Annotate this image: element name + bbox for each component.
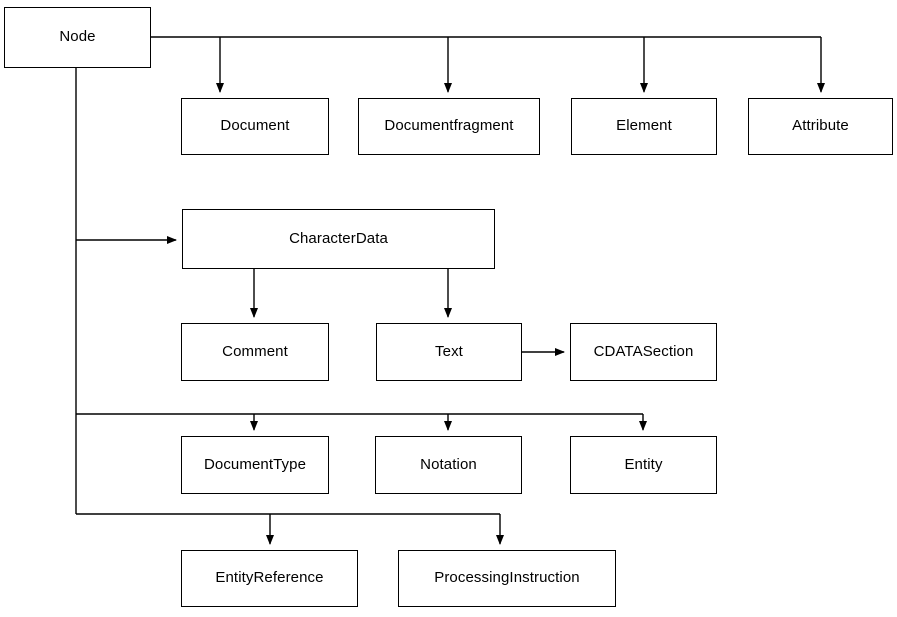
node-box-documentfragment[interactable]: Documentfragment	[358, 98, 540, 155]
node-box-documenttype[interactable]: DocumentType	[181, 436, 329, 494]
node-box-notation[interactable]: Notation	[375, 436, 522, 494]
node-label-documentfragment: Documentfragment	[384, 117, 514, 135]
node-label-element: Element	[616, 117, 672, 135]
node-label-text: Text	[435, 342, 463, 360]
node-box-entityreference[interactable]: EntityReference	[181, 550, 358, 607]
node-label-notation: Notation	[420, 455, 477, 473]
node-label-entityreference: EntityReference	[215, 569, 324, 587]
node-box-element[interactable]: Element	[571, 98, 717, 155]
node-box-entity[interactable]: Entity	[570, 436, 717, 494]
node-label-cdatasection: CDATASection	[593, 342, 694, 360]
node-box-characterdata[interactable]: CharacterData	[182, 209, 495, 269]
node-label-processinginstruction: ProcessingInstruction	[434, 569, 580, 587]
node-label-documenttype: DocumentType	[203, 455, 307, 473]
node-label-entity: Entity	[624, 455, 663, 473]
node-box-node[interactable]: Node	[4, 7, 151, 68]
node-label-attribute: Attribute	[792, 117, 849, 135]
node-label-comment: Comment	[222, 342, 288, 360]
node-label-characterdata: CharacterData	[289, 229, 388, 247]
node-label-document: Document	[220, 117, 290, 135]
class-hierarchy-diagram: Node Document Documentfragment Element A…	[0, 0, 897, 617]
node-box-cdatasection[interactable]: CDATASection	[570, 323, 717, 381]
node-box-processinginstruction[interactable]: ProcessingInstruction	[398, 550, 616, 607]
node-box-text[interactable]: Text	[376, 323, 522, 381]
node-box-attribute[interactable]: Attribute	[748, 98, 893, 155]
node-box-document[interactable]: Document	[181, 98, 329, 155]
node-box-comment[interactable]: Comment	[181, 323, 329, 381]
connector-layer	[75, 36, 825, 545]
node-label-node: Node	[59, 28, 96, 46]
